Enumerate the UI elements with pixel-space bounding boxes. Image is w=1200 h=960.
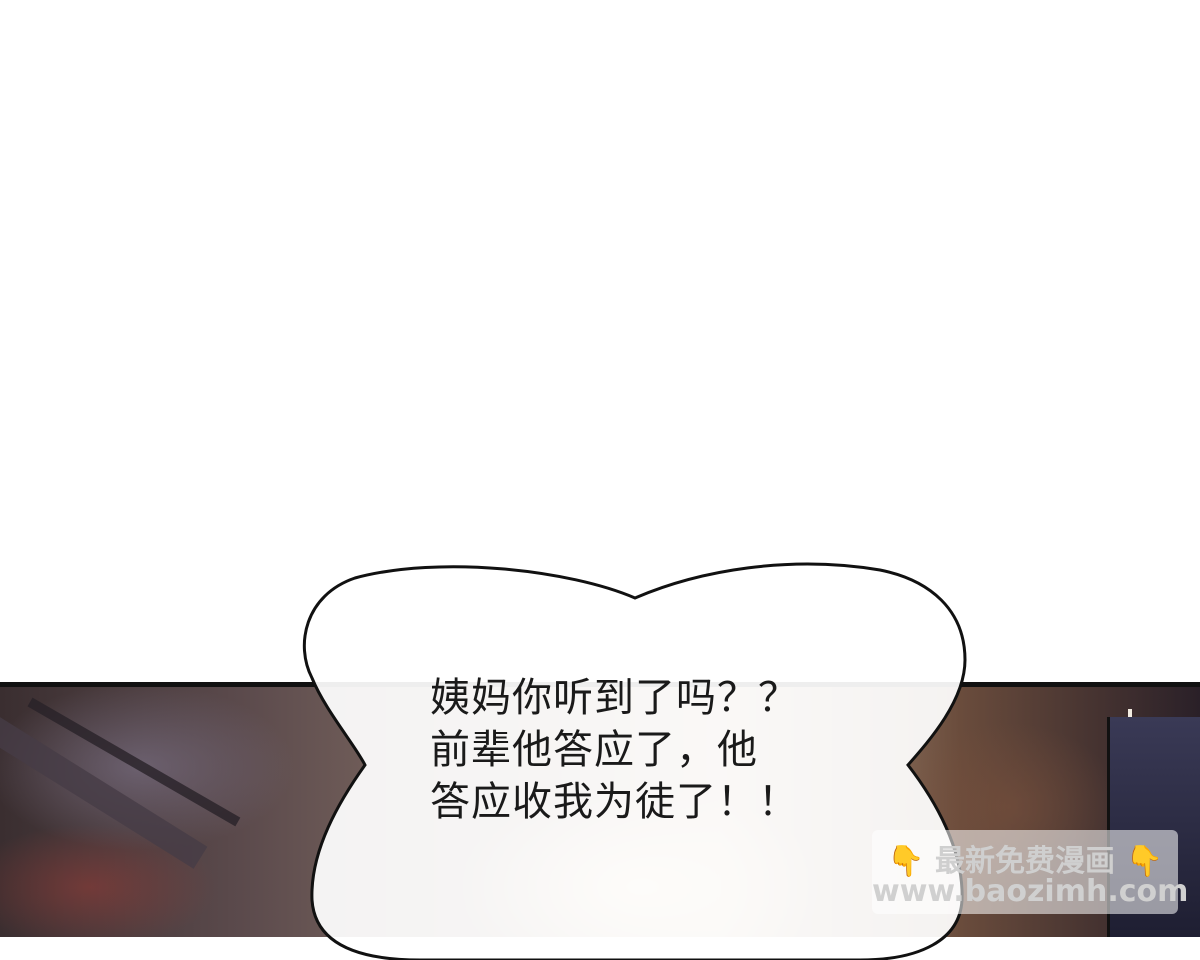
- dialogue-text: 姨妈你听到了吗？？ 前辈他答应了，他 答应收我为徒了！！: [430, 672, 900, 828]
- watermark[interactable]: 👇 最新免费漫画 👇 www.baozimh.com: [872, 830, 1188, 914]
- dialogue-line-2: 前辈他答应了，他: [430, 727, 758, 773]
- watermark-url[interactable]: www.baozimh.com: [872, 874, 1188, 909]
- dialogue-line-1: 姨妈你听到了吗？？: [430, 675, 799, 721]
- dialogue-line-3: 答应收我为徒了！！: [430, 779, 799, 825]
